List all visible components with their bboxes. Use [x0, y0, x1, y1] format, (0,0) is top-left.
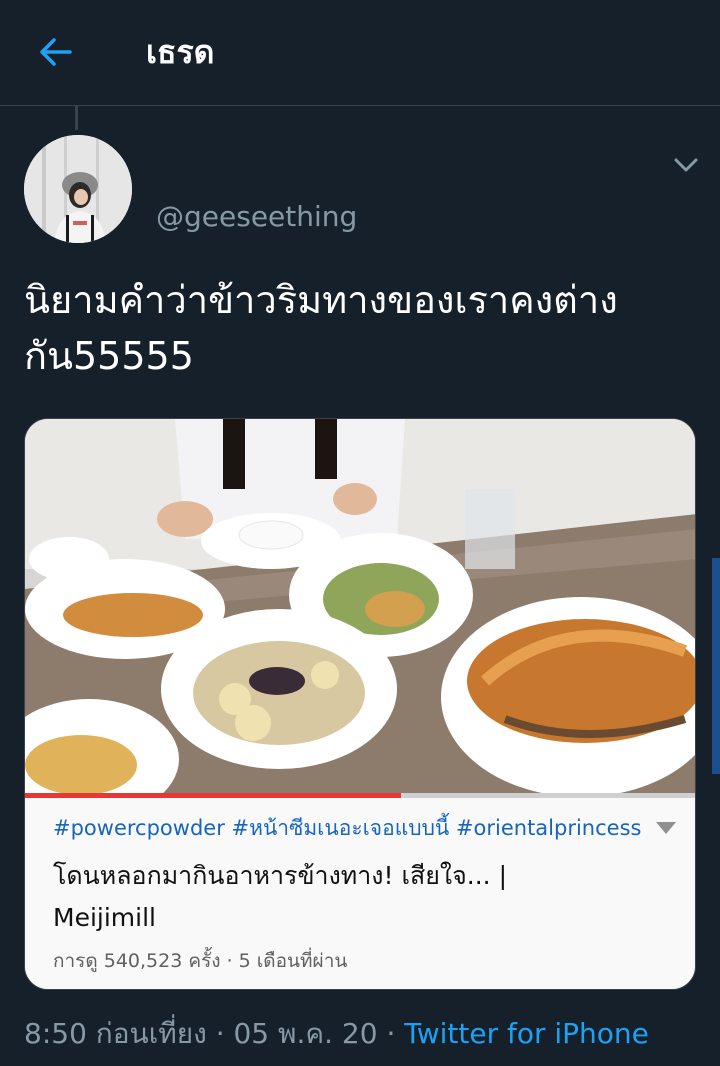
video-stats: การดู 540,523 ครั้ง · 5 เดือนที่ผ่าน [53, 950, 348, 972]
chevron-down-icon[interactable] [668, 150, 704, 180]
tweet-text-line-2: กัน55555 [24, 334, 194, 378]
video-title: โดนหลอกมากินอาหารข้างทาง! เสียใจ... | Me… [53, 855, 663, 939]
page-title: เธรด [146, 33, 215, 71]
user-handle[interactable]: @geeseething [156, 198, 357, 236]
back-arrow-icon[interactable] [36, 32, 76, 72]
video-title-line-2: Meijimill [53, 903, 156, 932]
caret-down-icon[interactable] [655, 821, 677, 835]
tweet-metadata: 8:50 ก่อนเที่ยง · 05 พ.ค. 20 · Twitter f… [24, 1014, 649, 1054]
thread-header: เธรด [0, 0, 720, 106]
thread-connector-line [75, 106, 78, 130]
scrollbar[interactable] [712, 558, 720, 774]
video-title-line-1: โดนหลอกมากินอาหารข้างทาง! เสียใจ... | [53, 861, 507, 890]
tweet-timestamp: 8:50 ก่อนเที่ยง · 05 พ.ค. 20 · [24, 1017, 405, 1050]
tweet-text-line-1: นิยามคำว่าข้าวริมทางของเราคงต่าง [24, 278, 618, 322]
source-link[interactable]: Twitter for iPhone [404, 1017, 649, 1050]
avatar-image [24, 135, 132, 243]
avatar[interactable] [24, 135, 132, 243]
video-thumbnail[interactable] [25, 419, 696, 797]
link-card[interactable]: #powercpowder #หน้าซีมเนอะเจอแบบนี้ #ori… [24, 418, 696, 990]
tweet-text: นิยามคำว่าข้าวริมทางของเราคงต่าง กัน5555… [24, 272, 700, 384]
video-hashtags[interactable]: #powercpowder #หน้าซีมเนอะเจอแบบนี้ #ori… [53, 813, 641, 843]
